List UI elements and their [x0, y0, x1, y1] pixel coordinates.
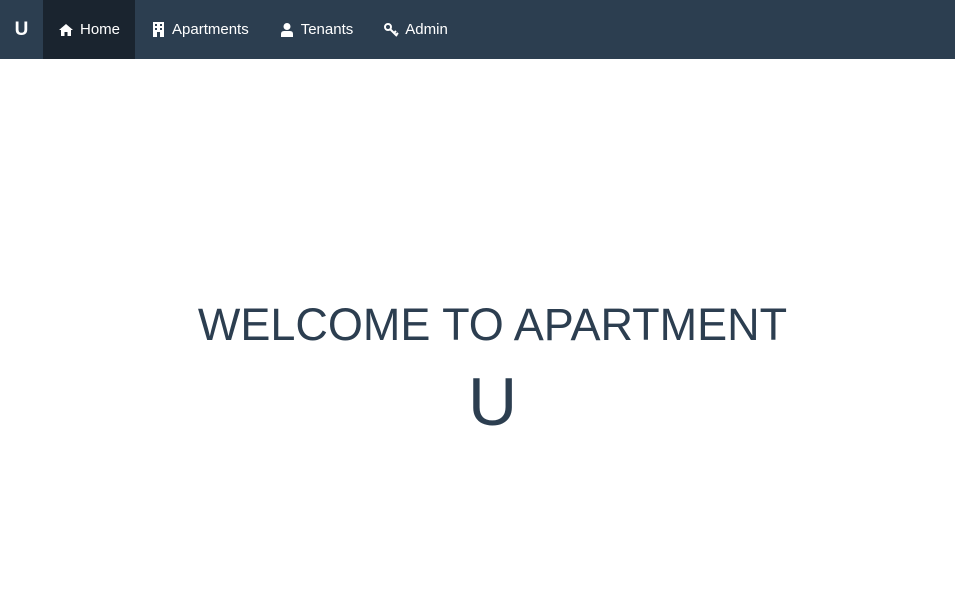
welcome-heading-brand: U: [467, 364, 518, 440]
welcome-heading: WELCOME TO APARTMENT: [197, 299, 788, 350]
top-navbar: U Home Apartments Tenants Admin: [0, 0, 955, 59]
nav-item-label: Home: [80, 21, 121, 38]
brand-logo[interactable]: U: [0, 0, 43, 59]
nav-item-home[interactable]: Home: [43, 0, 136, 59]
nav-item-label: Apartments: [172, 21, 249, 38]
key-icon: [383, 22, 399, 38]
welcome-hero: WELCOME TO APARTMENT U: [0, 290, 955, 444]
building-icon: [150, 22, 166, 38]
nav-item-tenants[interactable]: Tenants: [264, 0, 369, 59]
nav-item-label: Admin: [405, 21, 448, 38]
home-icon: [58, 22, 74, 38]
nav-item-label: Tenants: [300, 21, 354, 38]
user-icon: [279, 22, 295, 38]
nav-item-admin[interactable]: Admin: [368, 0, 463, 59]
nav-item-apartments[interactable]: Apartments: [135, 0, 264, 59]
